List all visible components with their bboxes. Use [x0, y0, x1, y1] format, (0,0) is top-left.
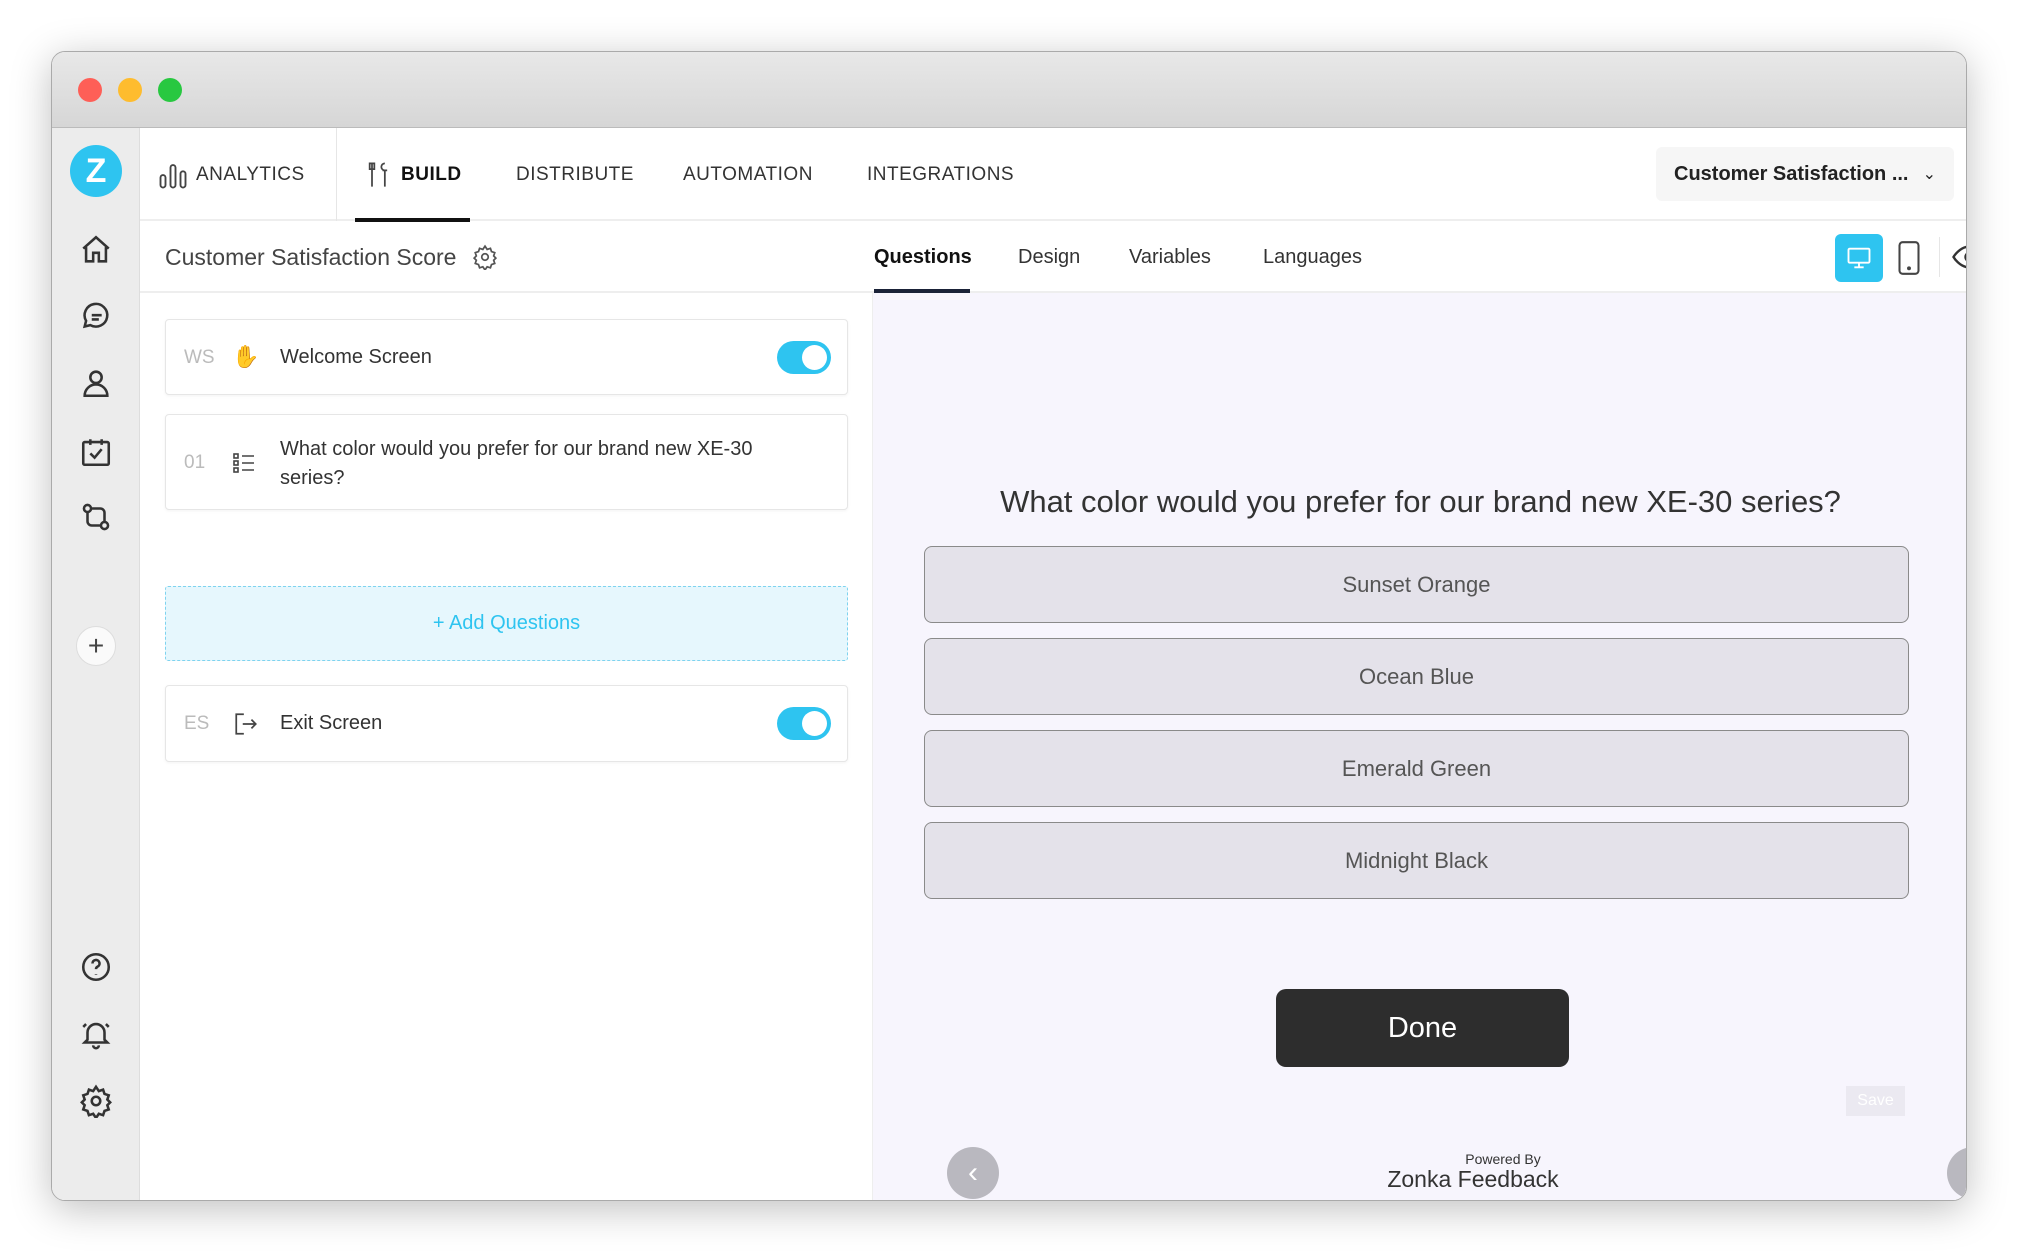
close-window-button[interactable] — [78, 78, 102, 102]
home-icon[interactable] — [74, 228, 118, 272]
tab-variables-label: Variables — [1129, 245, 1211, 268]
tab-questions-label: Questions — [874, 245, 972, 268]
chat-icon[interactable] — [74, 296, 118, 340]
option-midnight-black[interactable]: Midnight Black — [924, 822, 1909, 899]
survey-settings-icon[interactable] — [472, 244, 498, 270]
zonka-logo-icon[interactable]: Z — [70, 145, 122, 197]
tab-questions[interactable]: Questions — [874, 221, 972, 293]
sub-header: Customer Satisfaction Score Questions De… — [140, 221, 1966, 293]
welcome-code: WS — [184, 347, 215, 368]
option-label: Emerald Green — [1341, 755, 1492, 781]
option-emerald-green[interactable]: Emerald Green — [924, 730, 1909, 807]
tab-design-label: Design — [1018, 245, 1081, 268]
done-label: Done — [1387, 1011, 1458, 1044]
add-questions-button[interactable]: + Add Questions — [165, 586, 848, 661]
nav-build-label: BUILD — [401, 163, 462, 185]
survey-select[interactable]: Customer Satisfaction ... ⌄ — [1656, 147, 1954, 201]
top-nav: ANALYTICS BUILD DISTRIBUTE AUTOMATION IN… — [140, 128, 1966, 222]
nav-divider — [336, 128, 337, 221]
preview-question: What color would you prefer for our bran… — [1000, 484, 1841, 519]
option-label: Sunset Orange — [1342, 571, 1491, 597]
build-icon — [368, 161, 388, 187]
minimize-window-button[interactable] — [118, 78, 142, 102]
option-label: Ocean Blue — [1359, 663, 1474, 689]
save-button[interactable]: Save — [1846, 1086, 1905, 1116]
desktop-preview-button[interactable] — [1835, 234, 1883, 282]
nav-automation[interactable]: AUTOMATION — [683, 128, 813, 221]
survey-preview: What color would you prefer for our bran… — [873, 293, 1966, 1200]
nav-distribute-label: DISTRIBUTE — [516, 163, 634, 185]
wave-hand-icon: ✋ — [232, 344, 260, 369]
next-button[interactable]: › — [1947, 1147, 1966, 1199]
exit-label: Exit Screen — [280, 712, 383, 734]
nav-analytics[interactable]: ANALYTICS — [158, 128, 305, 221]
desktop-icon — [1847, 247, 1871, 269]
settings-icon[interactable] — [74, 1079, 118, 1123]
sidebar: Z + — [52, 128, 140, 1200]
tab-languages-label: Languages — [1263, 245, 1362, 268]
app-window: Z + ANALYTICS BUILD DISTRIBUTE AUTOMATIO… — [51, 51, 1967, 1201]
bell-icon[interactable] — [74, 1012, 118, 1056]
question-code: 01 — [184, 452, 206, 473]
question-card[interactable]: 01 What color would you prefer for our b… — [165, 414, 848, 510]
multiple-choice-icon — [233, 453, 254, 473]
option-label: Midnight Black — [1344, 847, 1489, 873]
welcome-screen-card[interactable]: WS ✋ Welcome Screen — [165, 319, 848, 395]
survey-select-value: Customer Satisfaction ... — [1674, 162, 1909, 185]
workflow-icon[interactable] — [74, 495, 118, 539]
mobile-preview-button[interactable] — [1896, 239, 1922, 282]
nav-automation-label: AUTOMATION — [683, 163, 813, 185]
nav-build[interactable]: BUILD — [365, 128, 462, 221]
powered-by[interactable]: Powered By Zonka Feedback — [1313, 1151, 1633, 1191]
previous-button[interactable]: ‹ — [947, 1147, 999, 1199]
tab-design[interactable]: Design — [1018, 221, 1080, 293]
exit-toggle[interactable] — [777, 707, 831, 740]
help-icon[interactable] — [74, 945, 118, 989]
question-label: What color would you prefer for our bran… — [280, 438, 753, 489]
tab-languages[interactable]: Languages — [1263, 221, 1362, 293]
add-questions-label: + Add Questions — [432, 612, 581, 634]
tab-variables[interactable]: Variables — [1129, 221, 1211, 293]
brand-name: Zonka Feedback — [1387, 1166, 1559, 1192]
analytics-icon — [159, 163, 187, 188]
done-button[interactable]: Done — [1276, 989, 1569, 1067]
welcome-label: Welcome Screen — [280, 346, 432, 368]
calendar-check-icon[interactable] — [74, 430, 118, 474]
powered-by-label: Powered By — [1465, 1151, 1541, 1167]
nav-integrations-label: INTEGRATIONS — [867, 163, 1015, 185]
exit-icon — [235, 713, 257, 735]
chevron-down-icon: ⌄ — [1922, 166, 1936, 183]
preview-button[interactable] — [1952, 241, 1966, 278]
save-label: Save — [1857, 1092, 1894, 1109]
mobile-icon — [1898, 241, 1920, 275]
survey-title: Customer Satisfaction Score — [165, 243, 457, 270]
user-icon[interactable] — [74, 361, 118, 405]
exit-code: ES — [184, 713, 210, 734]
option-sunset-orange[interactable]: Sunset Orange — [924, 546, 1909, 623]
eye-icon — [1952, 245, 1966, 269]
nav-analytics-label: ANALYTICS — [196, 163, 305, 185]
question-list-panel: WS ✋ Welcome Screen 01 What color would … — [140, 293, 873, 1200]
chevron-left-icon: ‹ — [968, 1156, 978, 1189]
add-icon[interactable]: + — [76, 626, 116, 666]
welcome-toggle[interactable] — [777, 341, 831, 374]
maximize-window-button[interactable] — [158, 78, 182, 102]
title-bar — [52, 52, 1966, 128]
nav-integrations[interactable]: INTEGRATIONS — [867, 128, 1014, 221]
nav-distribute[interactable]: DISTRIBUTE — [516, 128, 634, 221]
option-ocean-blue[interactable]: Ocean Blue — [924, 638, 1909, 715]
exit-screen-card[interactable]: ES Exit Screen — [165, 685, 848, 762]
toolbar-divider — [1939, 237, 1940, 277]
